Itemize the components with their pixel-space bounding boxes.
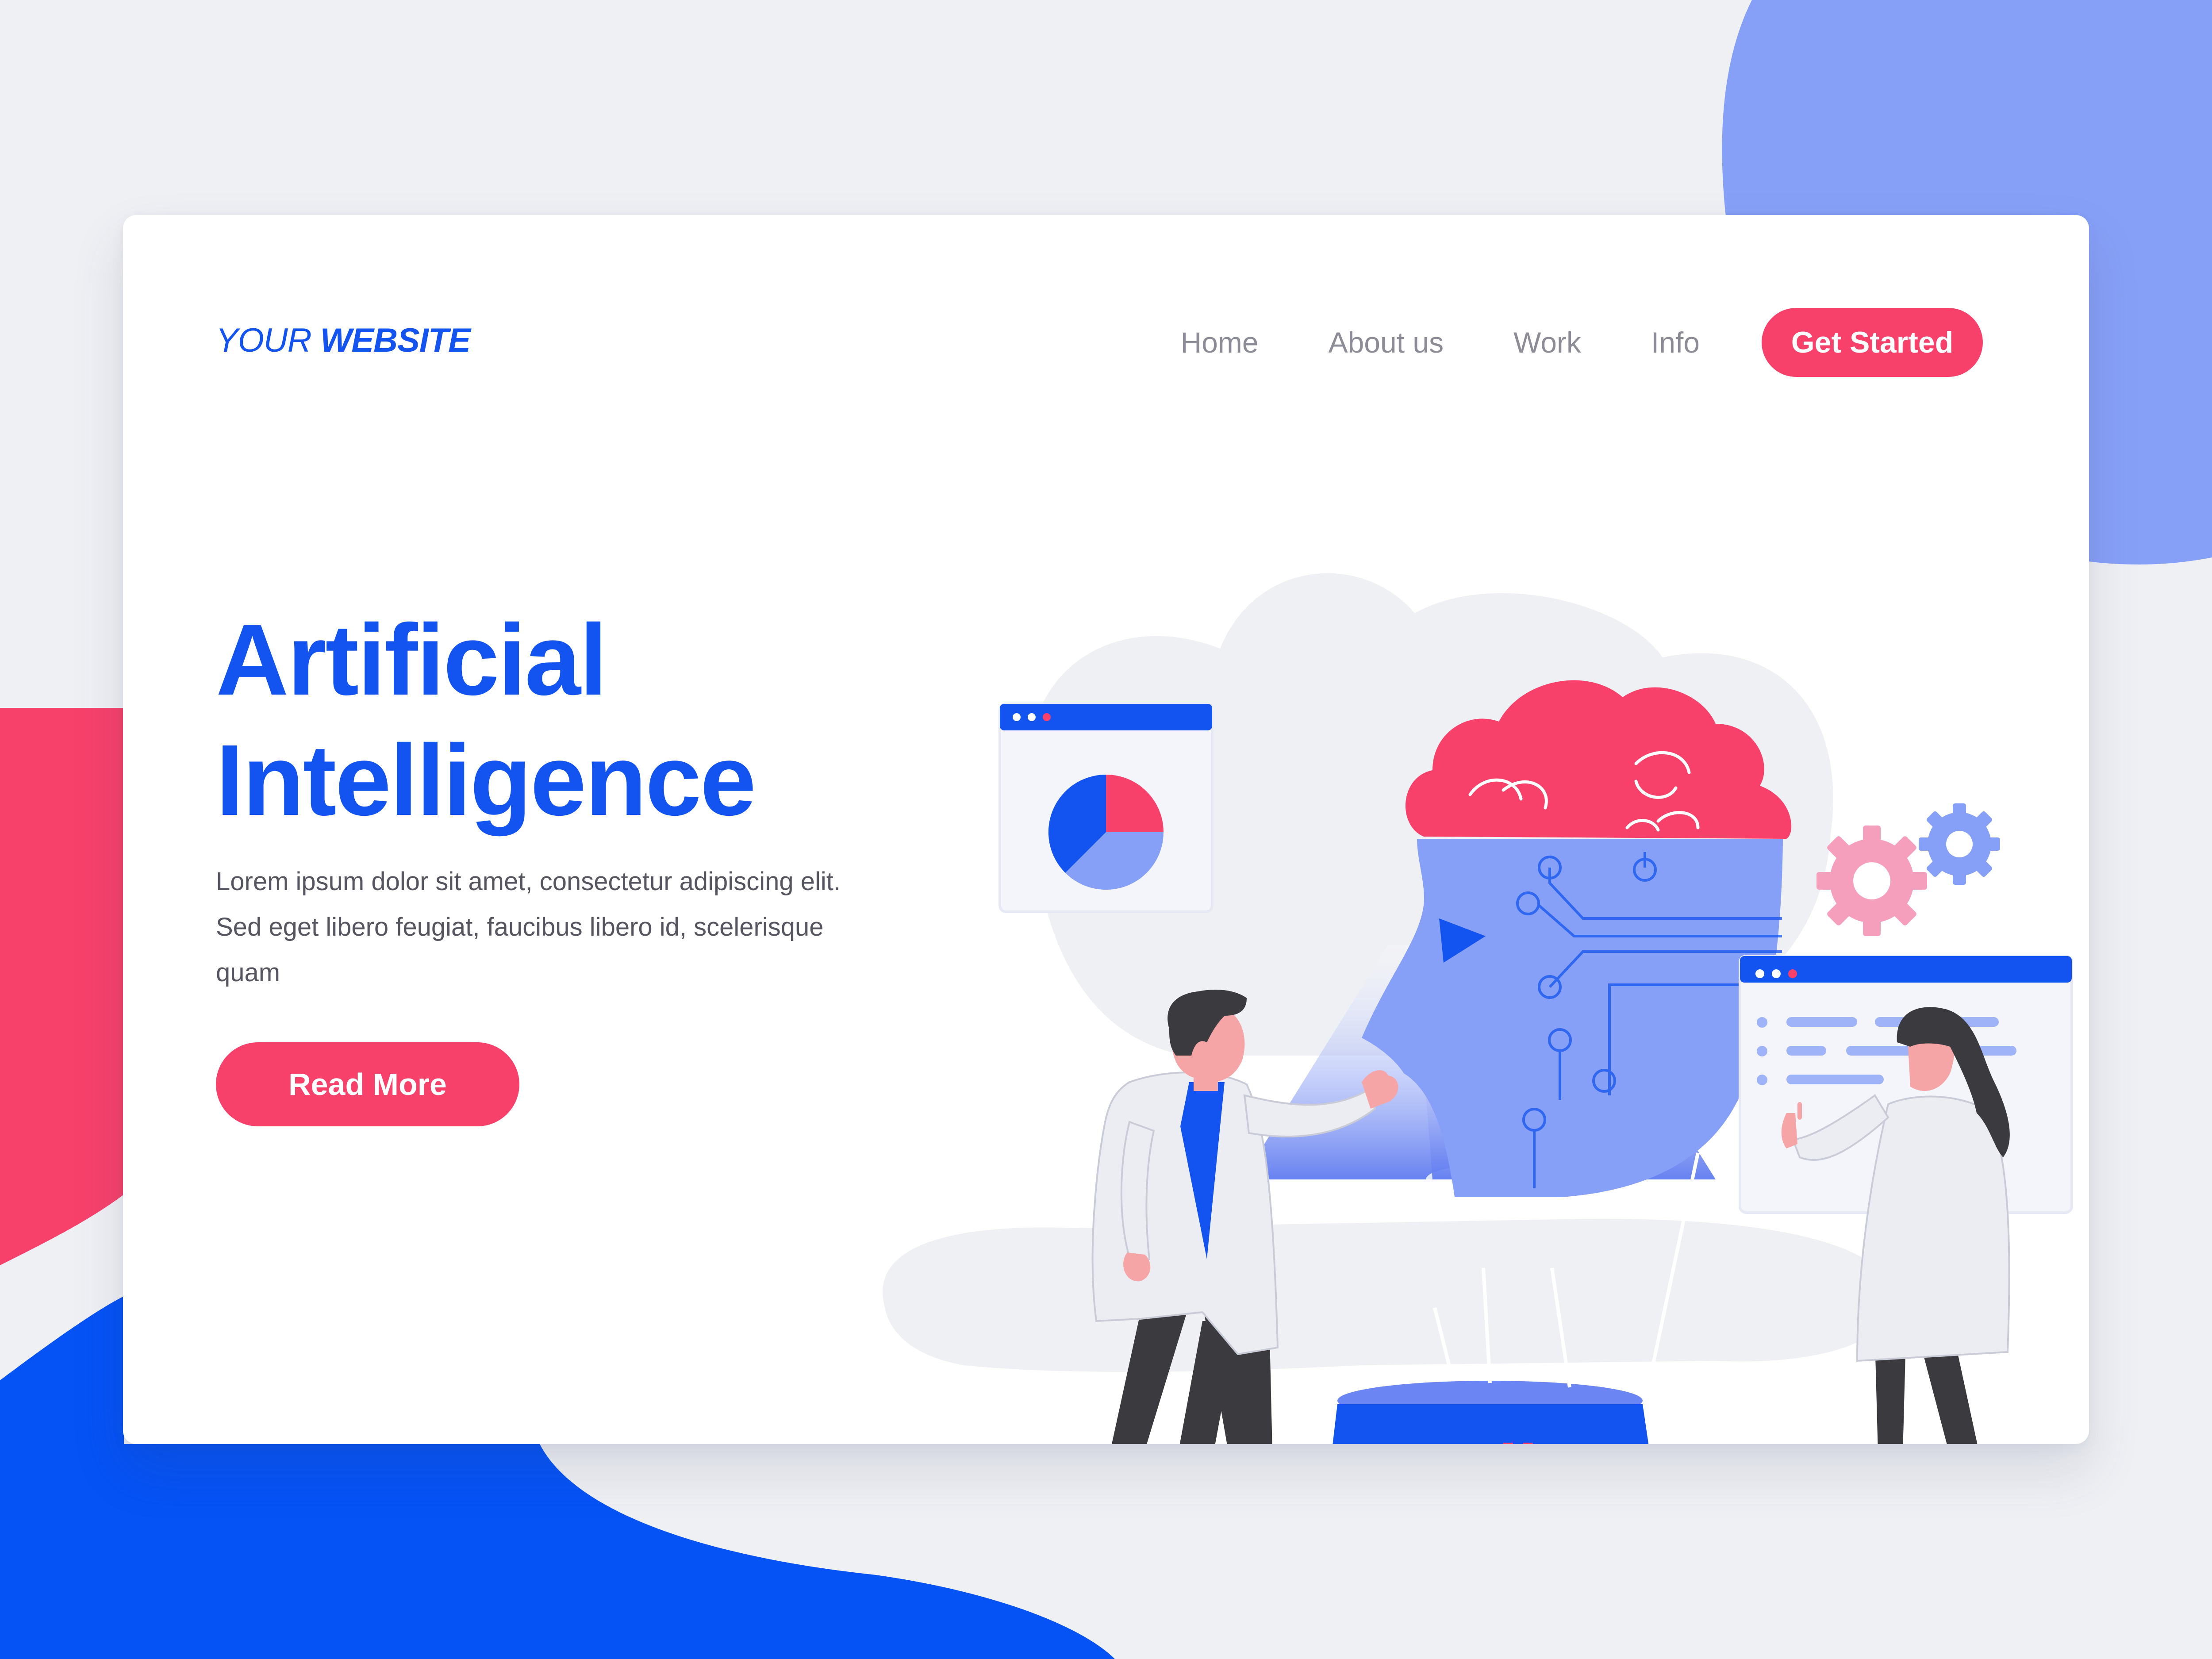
nav-about-us[interactable]: About us — [1329, 326, 1444, 359]
hero-description: Lorem ipsum dolor sit amet, consectetur … — [216, 867, 841, 987]
nav-home[interactable]: Home — [1181, 326, 1259, 359]
main-nav: Home About us Work Info Get Started — [1181, 308, 1983, 377]
landing-card: YOUR WEBSITE Home About us Work Info Get… — [123, 215, 2089, 1444]
hero-title-line-2: Intelligence — [216, 724, 756, 837]
read-more-button[interactable]: Read More — [216, 1042, 519, 1126]
logo-text-your: YOUR — [216, 322, 320, 359]
gear-icon — [1816, 826, 1927, 936]
hero-title-line-1: Artificial — [216, 604, 607, 716]
gear-icon — [1919, 803, 2000, 885]
logo-text-website: WEBSITE — [320, 322, 471, 359]
bg-blob-red — [0, 708, 124, 1265]
get-started-button[interactable]: Get Started — [1762, 308, 1983, 377]
site-logo[interactable]: YOUR WEBSITE — [216, 321, 471, 360]
hero-title: Artificial Intelligence — [216, 600, 756, 841]
pie-chart-icon — [1048, 775, 1164, 890]
pie-chart-window-icon — [998, 703, 1214, 913]
ai-illustration — [883, 573, 2073, 1444]
nav-work[interactable]: Work — [1513, 326, 1581, 359]
nav-info[interactable]: Info — [1651, 326, 1700, 359]
